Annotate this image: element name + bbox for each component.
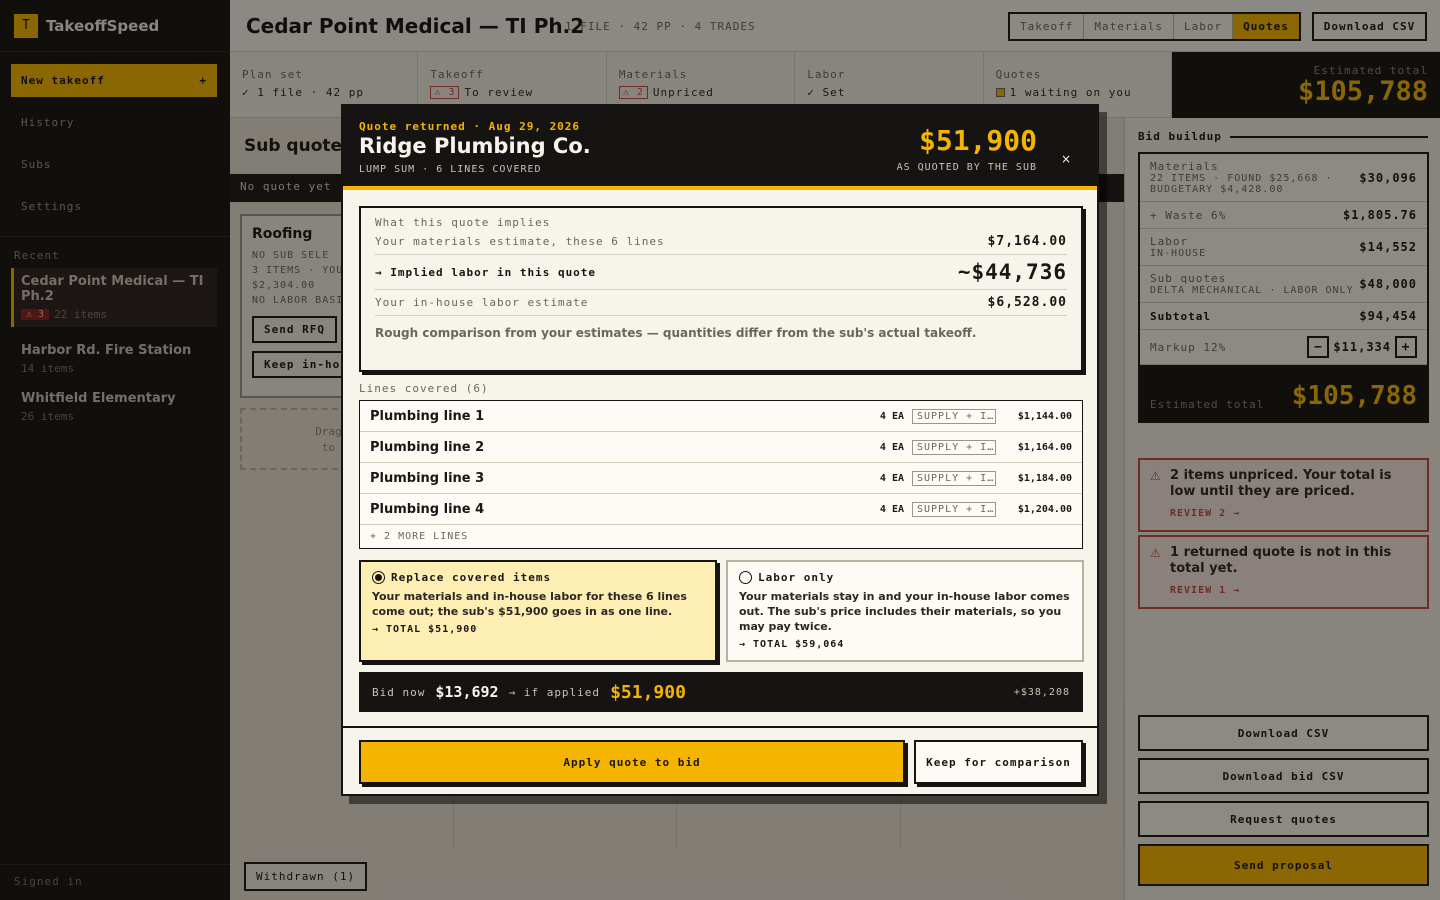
option-labor-only[interactable]: Labor only Your materials stay in and yo… [726, 560, 1084, 662]
more-lines-link[interactable]: + 2 MORE LINES [360, 525, 1082, 548]
apply-quote-button[interactable]: Apply quote to bid [359, 740, 905, 784]
quote-type: LUMP SUM · 6 LINES COVERED [359, 164, 542, 175]
line-qty: 4 EA [879, 472, 904, 484]
implies-heading: What this quote implies [375, 216, 551, 229]
option-title: Replace covered items [391, 571, 552, 584]
bid-now-label: Bid now [372, 685, 426, 699]
dialog-footer-divider [343, 726, 1097, 728]
list-item: Plumbing line 4 4 EA SUPPLY + I… $1,204.… [360, 494, 1082, 525]
line-name: Plumbing line 1 [370, 408, 485, 424]
line-price: $1,164.00 [1017, 441, 1072, 453]
line-qty: 4 EA [879, 503, 904, 515]
bid-now-value: $13,692 [435, 683, 499, 701]
implies-label: Your in-house labor estimate [375, 296, 589, 309]
sub-name: Ridge Plumbing Co. [359, 134, 591, 158]
if-applied-value: $51,900 [610, 681, 686, 703]
dialog-kicker: Quote returned · Aug 29, 2026 [359, 120, 581, 133]
line-scope-tag: SUPPLY + I… [912, 439, 996, 455]
close-icon[interactable]: × [1061, 152, 1071, 166]
line-name: Plumbing line 4 [370, 501, 485, 517]
implies-label: Your materials estimate, these 6 lines [375, 235, 665, 248]
line-qty: 4 EA [879, 410, 904, 422]
list-item: Plumbing line 3 4 EA SUPPLY + I… $1,184.… [360, 463, 1082, 494]
dialog-header: Quote returned · Aug 29, 2026 Ridge Plum… [343, 106, 1097, 190]
line-price: $1,144.00 [1017, 410, 1072, 422]
list-item: Plumbing line 1 4 EA SUPPLY + I… $1,144.… [360, 401, 1082, 432]
option-replace-covered[interactable]: Replace covered items Your materials and… [359, 560, 717, 662]
keep-for-comparison-button[interactable]: Keep for comparison [914, 740, 1083, 784]
implies-box: What this quote implies Your materials e… [359, 206, 1083, 372]
implies-value: $6,528.00 [987, 295, 1067, 310]
implies-row-inhouse: Your in-house labor estimate $6,528.00 [375, 290, 1067, 316]
option-body: Your materials stay in and your in-house… [739, 590, 1070, 633]
implies-row-materials: Your materials estimate, these 6 lines $… [375, 229, 1067, 255]
implies-value: $7,164.00 [987, 234, 1067, 249]
line-qty: 4 EA [879, 441, 904, 453]
bid-impact-bar: Bid now $13,692 → if applied $51,900 +$3… [359, 672, 1083, 712]
quote-amount: $51,900 [918, 124, 1037, 157]
line-name: Plumbing line 2 [370, 439, 485, 455]
bid-delta: +$38,208 [1013, 686, 1070, 698]
radio-icon[interactable] [739, 571, 752, 584]
option-title: Labor only [758, 571, 835, 584]
line-scope-tag: SUPPLY + I… [912, 501, 996, 517]
implies-row-implied-labor: → Implied labor in this quote ~$44,736 [375, 255, 1067, 290]
line-name: Plumbing line 3 [370, 470, 485, 486]
implies-note: Rough comparison from your estimates — q… [375, 326, 977, 340]
list-item: Plumbing line 2 4 EA SUPPLY + I… $1,164.… [360, 432, 1082, 463]
radio-selected-icon[interactable] [372, 571, 385, 584]
quote-returned-dialog: Quote returned · Aug 29, 2026 Ridge Plum… [341, 104, 1099, 796]
lines-covered-heading: Lines covered (6) [359, 382, 489, 395]
lines-covered-list: Plumbing line 1 4 EA SUPPLY + I… $1,144.… [359, 400, 1083, 549]
line-scope-tag: SUPPLY + I… [912, 408, 996, 424]
line-price: $1,184.00 [1017, 472, 1072, 484]
line-price: $1,204.00 [1017, 503, 1072, 515]
line-scope-tag: SUPPLY + I… [912, 470, 996, 486]
option-total: → TOTAL $51,900 [372, 624, 478, 635]
if-applied-label: → if applied [508, 685, 601, 699]
option-body: Your materials and in-house labor for th… [372, 590, 687, 618]
quote-amount-label: AS QUOTED BY THE SUB [896, 162, 1037, 173]
option-total: → TOTAL $59,064 [739, 639, 845, 650]
implies-label: → Implied labor in this quote [375, 265, 597, 279]
implies-value: ~$44,736 [957, 260, 1067, 284]
